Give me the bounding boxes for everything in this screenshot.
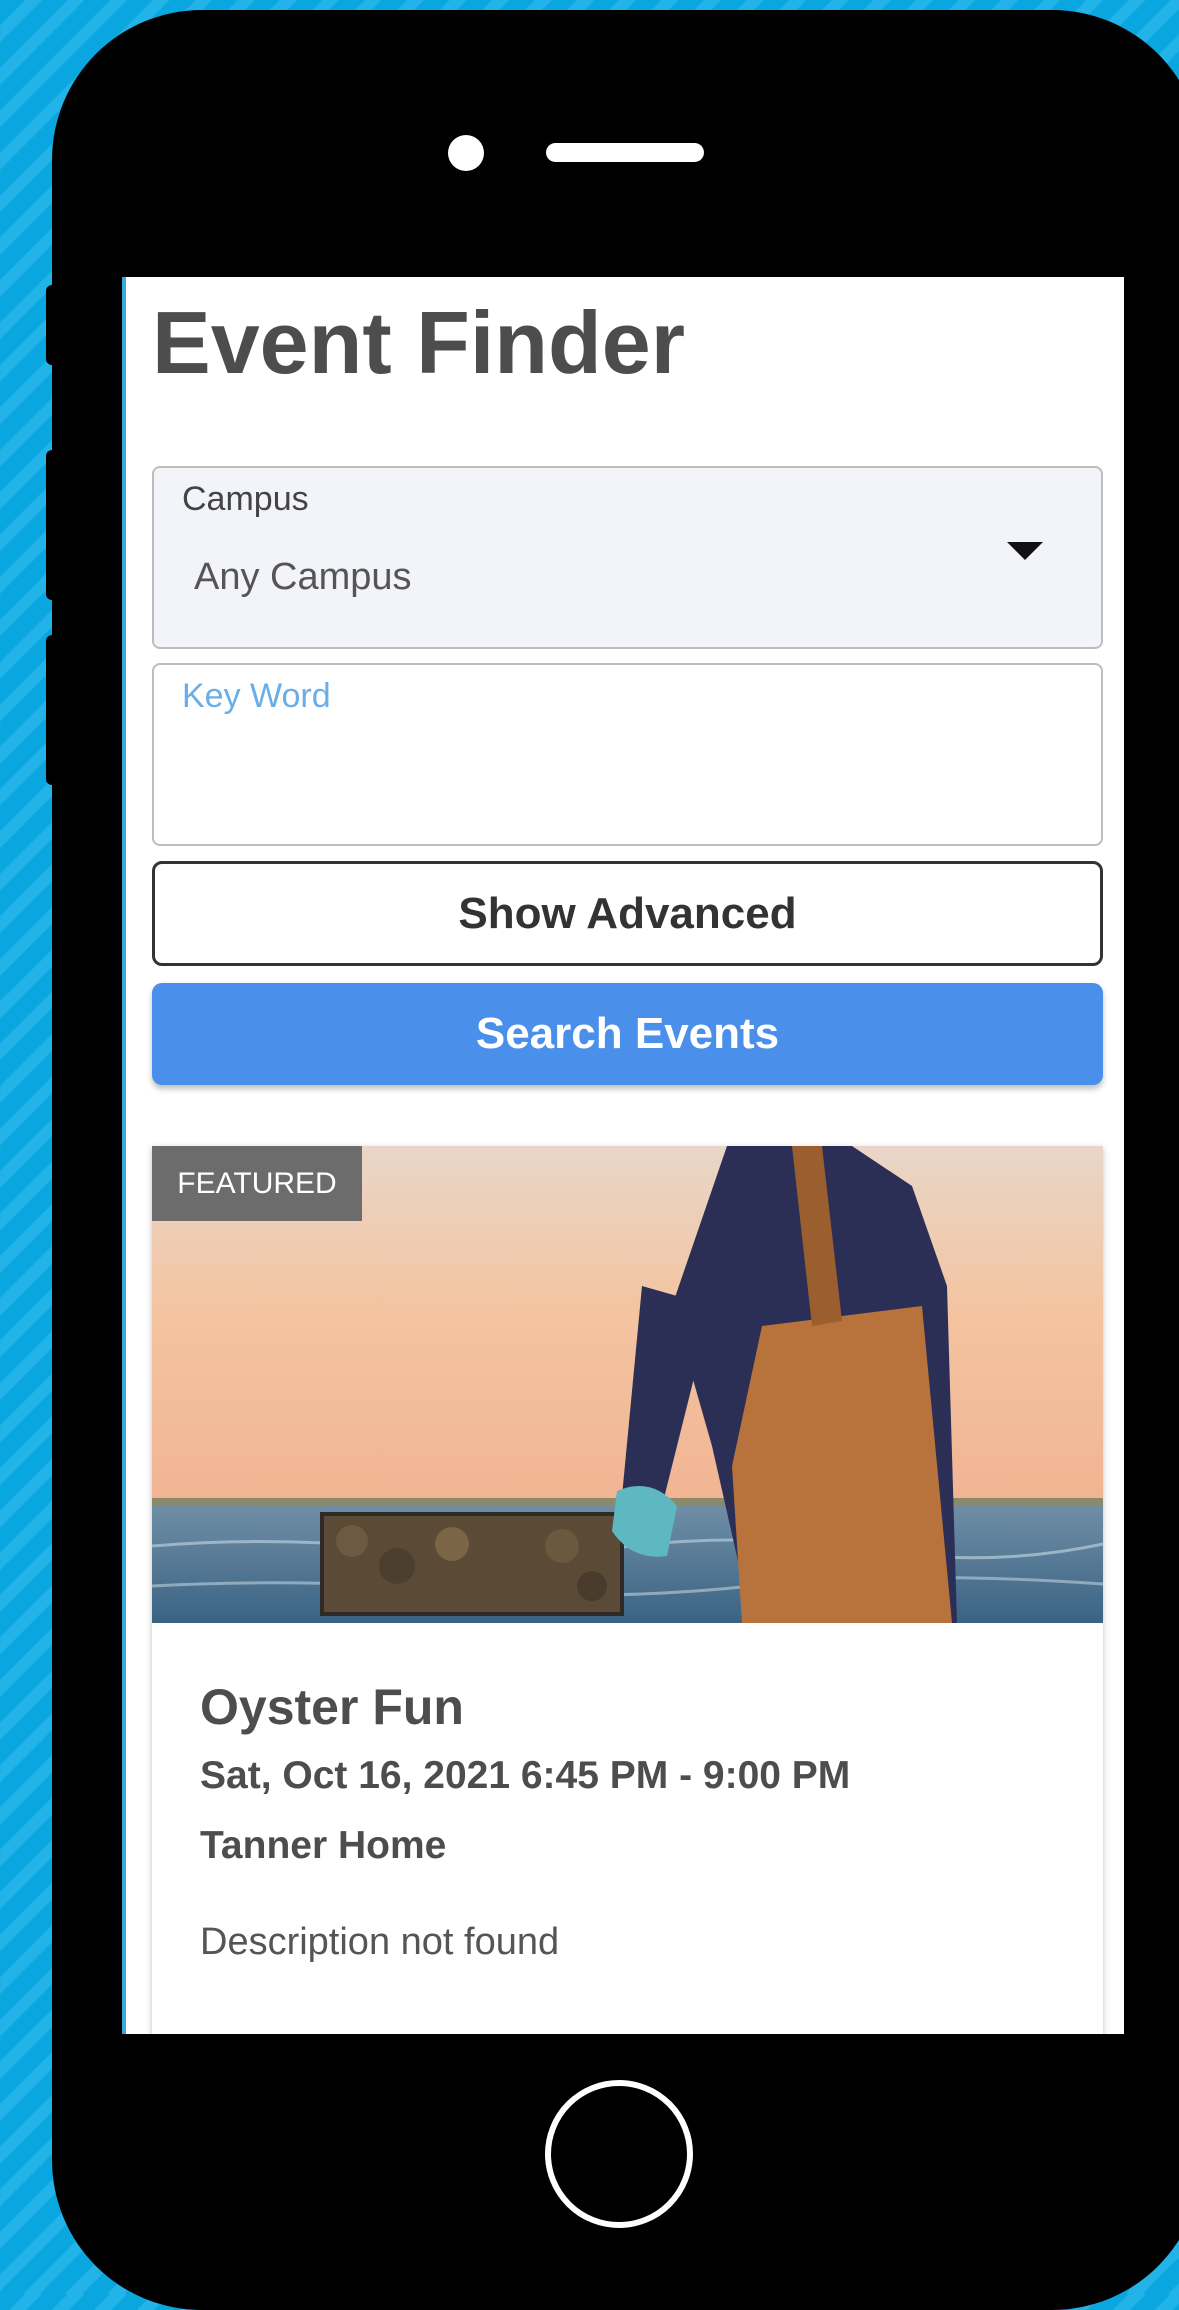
keyword-label: Key Word xyxy=(182,677,331,715)
camera-icon xyxy=(448,135,484,171)
keyword-field[interactable]: Key Word xyxy=(152,663,1103,846)
event-description: Description not found xyxy=(200,1921,560,1963)
home-button-icon[interactable] xyxy=(545,2080,693,2228)
campus-selected-value: Any Campus xyxy=(194,556,412,598)
phone-screen: Event Finder Campus Any Campus Key Word … xyxy=(122,277,1124,2034)
event-datetime: Sat, Oct 16, 2021 6:45 PM - 9:00 PM xyxy=(200,1754,851,1797)
featured-badge: FEATURED xyxy=(152,1146,362,1221)
show-advanced-button[interactable]: Show Advanced xyxy=(152,861,1103,966)
event-card[interactable]: FEATURED Oyster Fun Sat, Oct 16, 2021 6:… xyxy=(152,1146,1103,2034)
campus-select[interactable]: Campus Any Campus xyxy=(152,466,1103,649)
event-title[interactable]: Oyster Fun xyxy=(200,1678,464,1736)
search-events-button[interactable]: Search Events xyxy=(152,983,1103,1085)
speaker-grille-icon xyxy=(546,143,704,162)
caret-down-icon[interactable] xyxy=(1007,542,1043,560)
page-title: Event Finder xyxy=(152,293,685,392)
event-location: Tanner Home xyxy=(200,1824,447,1867)
keyword-input[interactable] xyxy=(182,735,1073,815)
campus-label: Campus xyxy=(182,480,309,518)
